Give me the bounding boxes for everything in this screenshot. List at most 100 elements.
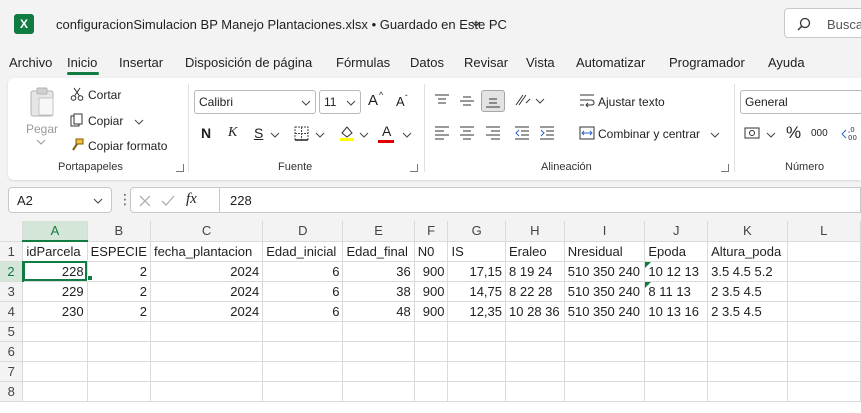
format-painter-button[interactable]: Copiar formato [88,139,167,153]
cell-f6[interactable] [414,341,449,362]
cell-l8[interactable] [787,381,861,402]
cell-d8[interactable] [262,381,344,402]
cell-d5[interactable] [262,321,344,342]
cell-e4[interactable]: 48 [342,301,415,322]
paste-button[interactable]: Pegar [26,122,58,136]
increase-decimal-icon[interactable]: ,000 [840,124,860,142]
cell-h6[interactable] [505,341,565,362]
cell-j1[interactable]: Epoda [644,241,709,262]
cell-d1[interactable]: Edad_inicial [262,241,344,262]
column-header-d[interactable]: D [262,221,344,242]
shrink-font-button[interactable]: A [396,94,405,109]
cell-f8[interactable] [414,381,449,402]
cell-d3[interactable]: 6 [262,281,344,302]
column-header-i[interactable]: I [564,221,646,242]
insert-function-button[interactable]: fx [186,191,197,208]
cell-c2[interactable]: 2024 [150,261,264,282]
cell-g4[interactable]: 12,35 [447,301,507,322]
increase-indent-icon[interactable] [539,126,555,140]
cell-b3[interactable]: 2 [87,281,151,302]
percent-button[interactable]: % [786,123,801,143]
cell-k5[interactable] [707,321,788,342]
cell-k6[interactable] [707,341,788,362]
cell-b7[interactable] [87,361,151,382]
cell-h5[interactable] [505,321,565,342]
cell-l4[interactable] [787,301,861,322]
column-header-l[interactable]: L [787,221,861,242]
cell-j5[interactable] [644,321,709,342]
cell-d2[interactable]: 6 [262,261,344,282]
cell-i8[interactable] [564,381,646,402]
cell-c7[interactable] [150,361,264,382]
fill-color-icon[interactable] [338,124,356,142]
decrease-indent-icon[interactable] [514,126,530,140]
clipboard-icon[interactable] [28,86,56,118]
cell-e5[interactable] [342,321,415,342]
cell-h2[interactable]: 8 19 24 [505,261,565,282]
cell-a8[interactable] [22,381,88,402]
font-size-select[interactable]: 11 [319,90,361,114]
cell-d4[interactable]: 6 [262,301,344,322]
borders-icon[interactable] [294,126,309,141]
chevron-down-icon[interactable] [766,131,776,139]
cell-b5[interactable] [87,321,151,342]
cell-g1[interactable]: IS [447,241,507,262]
column-header-f[interactable]: F [414,221,449,242]
cell-e7[interactable] [342,361,415,382]
cell-f5[interactable] [414,321,449,342]
cell-e3[interactable]: 38 [342,281,415,302]
cell-j2[interactable]: 10 12 13 [644,261,709,282]
font-launcher-icon[interactable] [410,164,418,172]
cell-l2[interactable] [787,261,861,282]
column-header-h[interactable]: H [505,221,565,242]
cell-a6[interactable] [22,341,88,362]
cell-d6[interactable] [262,341,344,362]
column-header-j[interactable]: J [644,221,709,242]
search-input[interactable]: Buscar [784,8,861,38]
column-header-k[interactable]: K [707,221,788,242]
cell-h8[interactable] [505,381,565,402]
cell-i4[interactable]: 510 350 240 [564,301,646,322]
tab-programador[interactable]: Programador [669,55,745,70]
wrap-text-button[interactable]: Ajustar texto [598,95,665,109]
cell-d7[interactable] [262,361,344,382]
cell-a1[interactable]: idParcela [22,241,88,262]
cell-l1[interactable] [787,241,861,262]
chevron-down-icon[interactable] [315,131,325,139]
cell-f4[interactable]: 900 [414,301,449,322]
tab-disposicion[interactable]: Disposición de página [185,55,312,70]
cell-j7[interactable] [644,361,709,382]
align-top-icon[interactable] [434,94,450,108]
cell-b8[interactable] [87,381,151,402]
chevron-down-icon[interactable] [93,197,103,205]
copy-button[interactable]: Copiar [88,114,123,128]
fill-handle[interactable] [87,275,93,281]
chevron-down-icon[interactable] [36,138,46,146]
cell-f3[interactable]: 900 [414,281,449,302]
cell-j4[interactable]: 10 13 16 [644,301,709,322]
thousands-button[interactable]: 000 [811,128,828,139]
tab-datos[interactable]: Datos [410,55,444,70]
cell-i5[interactable] [564,321,646,342]
cell-l6[interactable] [787,341,861,362]
row-header-3[interactable]: 3 [0,281,24,302]
row-header-5[interactable]: 5 [0,321,24,342]
row-header-6[interactable]: 6 [0,341,24,362]
cell-e1[interactable]: Edad_final [342,241,415,262]
chevron-down-icon[interactable] [710,131,720,139]
cell-i7[interactable] [564,361,646,382]
column-header-g[interactable]: G [447,221,507,242]
column-header-a[interactable]: A [22,221,88,242]
cell-k4[interactable]: 2 3.5 4.5 [707,301,788,322]
number-format-select[interactable]: General [740,90,861,114]
cell-a3[interactable]: 229 [22,281,88,302]
cell-c1[interactable]: fecha_plantacion [150,241,264,262]
cell-l5[interactable] [787,321,861,342]
align-right-icon[interactable] [485,126,501,140]
select-all-corner[interactable] [0,221,24,242]
align-middle-icon[interactable] [459,94,475,108]
cell-h4[interactable]: 10 28 36 [505,301,565,322]
tab-ayuda[interactable]: Ayuda [768,55,805,70]
cell-k3[interactable]: 2 3.5 4.5 [707,281,788,302]
cut-button[interactable]: Cortar [88,88,121,102]
